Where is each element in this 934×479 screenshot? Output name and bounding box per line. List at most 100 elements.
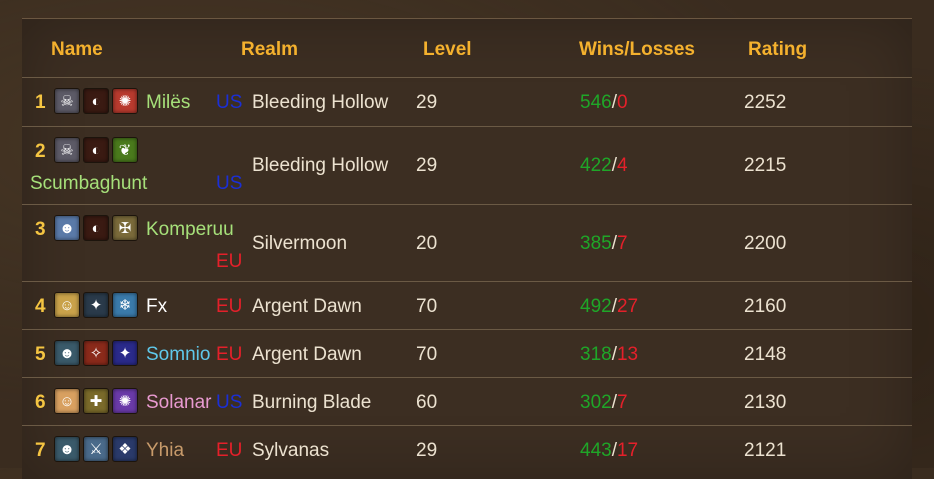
region-badge: US bbox=[216, 92, 243, 113]
realm-name: Bleeding Hollow bbox=[252, 92, 389, 113]
night-elf-race-icon: ☻ bbox=[54, 436, 80, 462]
realm-name: Silvermoon bbox=[252, 232, 348, 254]
rank-number: 3 bbox=[35, 219, 46, 240]
player-name-link[interactable]: Solanar bbox=[146, 392, 212, 414]
wins-losses: 443/17 bbox=[580, 440, 638, 462]
rank-number: 6 bbox=[35, 392, 46, 413]
losses-value: 13 bbox=[616, 344, 639, 365]
wins-losses: 492/27 bbox=[580, 296, 638, 318]
player-name-link[interactable]: Komperuu bbox=[146, 219, 234, 241]
realm-name: Argent Dawn bbox=[252, 296, 362, 317]
priest-class-icon: ✦ bbox=[83, 292, 109, 318]
losses-value: 4 bbox=[616, 155, 628, 176]
level-value: 70 bbox=[416, 344, 438, 365]
specialization-icon: ✠ bbox=[112, 215, 138, 241]
undead-race-icon: ☠ bbox=[54, 88, 80, 114]
rating-value: 2252 bbox=[744, 92, 787, 113]
rating-header[interactable]: Rating bbox=[748, 39, 807, 61]
paladin-class-icon: ✚ bbox=[83, 388, 109, 414]
level-value: 20 bbox=[416, 232, 438, 254]
name-header[interactable]: Name bbox=[51, 39, 103, 61]
losses-value: 27 bbox=[616, 296, 639, 317]
region-badge: EU bbox=[216, 296, 243, 317]
player-name-link[interactable]: Milës bbox=[146, 92, 190, 114]
wins-losses: 302/7 bbox=[580, 392, 628, 414]
table-row[interactable]: 5 ☻ ✧ ✦ Somnio EU Argent Dawn 70 318/13 2148 bbox=[22, 329, 912, 378]
table-header: Name Realm Level Wins/Losses Rating bbox=[22, 19, 912, 79]
rating-value: 2121 bbox=[744, 440, 787, 461]
rating-value: 2160 bbox=[744, 296, 787, 317]
specialization-icon: ❖ bbox=[112, 436, 138, 462]
rating-value: 2215 bbox=[744, 155, 787, 176]
draenei-race-icon: ☻ bbox=[54, 215, 80, 241]
player-icons: ☻ ✧ ✦ bbox=[54, 340, 138, 366]
player-name-link[interactable]: Somnio bbox=[146, 344, 210, 366]
wins-losses-header[interactable]: Wins/Losses bbox=[579, 39, 695, 61]
undead-race-icon: ☠ bbox=[54, 137, 80, 163]
wins-losses: 422/4 bbox=[580, 155, 628, 177]
leaderboard-panel: Name Realm Level Wins/Losses Rating 1 ☠ ◐ ✺… bbox=[22, 18, 912, 479]
wins-value: 546 bbox=[580, 92, 612, 113]
losses-value: 17 bbox=[616, 440, 639, 461]
night-elf-race-icon: ☻ bbox=[54, 340, 80, 366]
player-icons: ☺ ✚ ✺ bbox=[54, 388, 138, 414]
specialization-icon: ✺ bbox=[112, 88, 138, 114]
level-value: 29 bbox=[416, 92, 438, 113]
warlock-class-icon: ◐ bbox=[83, 88, 109, 114]
realm-header[interactable]: Realm bbox=[241, 39, 298, 61]
realm-name: Argent Dawn bbox=[252, 344, 362, 365]
region-badge: US bbox=[216, 173, 243, 194]
losses-value: 0 bbox=[616, 92, 628, 113]
hunter-class-icon: ◐ bbox=[83, 137, 109, 163]
player-name-link[interactable]: Yhia bbox=[146, 440, 184, 462]
human-race-icon: ☺ bbox=[54, 292, 80, 318]
table-row[interactable]: 1 ☠ ◐ ✺ Milës US Bleeding Hollow 29 546/0 2252 bbox=[22, 77, 912, 127]
table-row[interactable]: 4 ☺ ✦ ❄ Fx EU Argent Dawn 70 492/27 2160 bbox=[22, 281, 912, 330]
hunter-class-icon: ◐ bbox=[83, 215, 109, 241]
region-badge: EU bbox=[216, 251, 243, 272]
specialization-icon: ✦ bbox=[112, 340, 138, 366]
realm-name: Sylvanas bbox=[252, 440, 330, 461]
level-value: 29 bbox=[416, 155, 438, 176]
level-value: 70 bbox=[416, 296, 438, 317]
wins-losses: 546/0 bbox=[580, 92, 628, 114]
realm-name: Burning Blade bbox=[252, 392, 372, 413]
rating-value: 2130 bbox=[744, 392, 787, 413]
wins-value: 385 bbox=[580, 232, 612, 254]
region-badge: EU bbox=[216, 344, 243, 365]
player-icons: ☠ ◐ ❦ bbox=[54, 137, 138, 163]
specialization-icon: ❦ bbox=[112, 137, 138, 163]
player-name-link[interactable]: Fx bbox=[146, 296, 167, 318]
table-row[interactable]: 6 ☺ ✚ ✺ Solanar US Burning Blade 60 302/7 2130 bbox=[22, 377, 912, 426]
rating-value: 2148 bbox=[744, 344, 787, 365]
player-icons: ☠ ◐ ✺ bbox=[54, 88, 138, 114]
wins-losses: 385/7 bbox=[580, 233, 628, 255]
player-icons: ☻ ◐ ✠ bbox=[54, 215, 138, 241]
region-badge: US bbox=[216, 392, 243, 413]
table-row[interactable]: 7 ☻ ⚔ ❖ Yhia EU Sylvanas 29 443/17 2121 bbox=[22, 425, 912, 474]
specialization-icon: ✺ bbox=[112, 388, 138, 414]
level-value: 29 bbox=[416, 440, 438, 461]
table-row[interactable]: 3 ☻ ◐ ✠ Komperuu EU Silvermoon 20 385/7 2200 bbox=[22, 204, 912, 282]
mage-class-icon: ✧ bbox=[83, 340, 109, 366]
warrior-class-icon: ⚔ bbox=[83, 436, 109, 462]
wins-value: 492 bbox=[580, 296, 612, 317]
rank-number: 4 bbox=[35, 296, 46, 317]
region-badge: EU bbox=[216, 440, 243, 461]
level-header[interactable]: Level bbox=[423, 39, 472, 61]
rank-number: 2 bbox=[35, 141, 46, 162]
wins-value: 443 bbox=[580, 440, 612, 461]
rank-number: 1 bbox=[35, 92, 46, 113]
rank-number: 5 bbox=[35, 344, 46, 365]
losses-value: 7 bbox=[616, 392, 628, 413]
blood-elf-race-icon: ☺ bbox=[54, 388, 80, 414]
wins-losses: 318/13 bbox=[580, 344, 638, 366]
player-name-link[interactable]: Scumbaghunt bbox=[30, 173, 147, 195]
rank-number: 7 bbox=[35, 440, 46, 461]
realm-name: Bleeding Hollow bbox=[252, 155, 389, 176]
table-row[interactable]: 2 ☠ ◐ ❦ Scumbaghunt US Bleeding Hollow 29 422/4 2… bbox=[22, 126, 912, 205]
wins-value: 302 bbox=[580, 392, 612, 413]
losses-value: 7 bbox=[616, 232, 628, 254]
wins-value: 318 bbox=[580, 344, 612, 365]
player-icons: ☺ ✦ ❄ bbox=[54, 292, 138, 318]
